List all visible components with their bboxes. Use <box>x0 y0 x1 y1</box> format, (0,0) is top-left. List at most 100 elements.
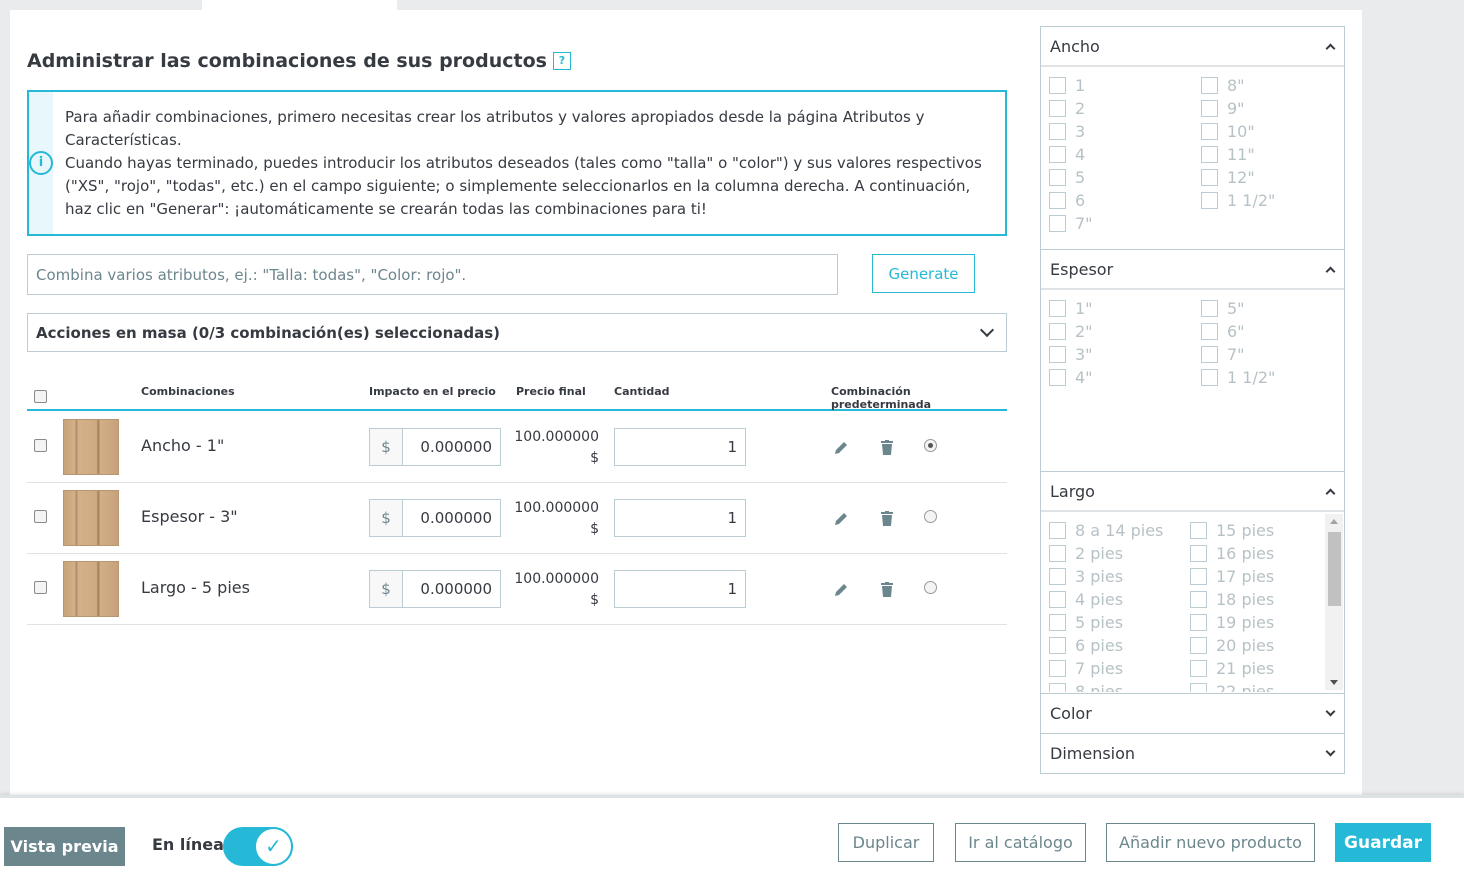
attribute-option[interactable]: 2" <box>1049 322 1093 341</box>
option-checkbox[interactable] <box>1190 568 1207 585</box>
option-checkbox[interactable] <box>1201 369 1218 386</box>
online-toggle[interactable]: ✓ <box>223 827 293 866</box>
option-checkbox[interactable] <box>1049 323 1066 340</box>
attribute-option[interactable]: 17 pies <box>1190 567 1274 586</box>
attribute-option[interactable]: 5 pies <box>1049 613 1123 632</box>
quantity-input[interactable]: 1 <box>614 428 746 466</box>
select-all-checkbox[interactable] <box>34 390 47 403</box>
option-checkbox[interactable] <box>1049 346 1066 363</box>
help-icon[interactable]: ? <box>552 52 571 70</box>
trash-icon[interactable] <box>881 511 893 526</box>
bulk-actions-dropdown[interactable]: Acciones en masa (0/3 combinación(es) se… <box>27 313 1007 352</box>
option-checkbox[interactable] <box>1201 323 1218 340</box>
attribute-option[interactable]: 19 pies <box>1190 613 1274 632</box>
attribute-option[interactable]: 10" <box>1201 122 1255 141</box>
attribute-option[interactable]: 5" <box>1201 299 1245 318</box>
option-checkbox[interactable] <box>1190 683 1207 692</box>
option-checkbox[interactable] <box>1201 100 1218 117</box>
option-checkbox[interactable] <box>1190 614 1207 631</box>
row-checkbox[interactable] <box>34 439 47 452</box>
option-checkbox[interactable] <box>1201 346 1218 363</box>
option-checkbox[interactable] <box>1049 660 1066 677</box>
option-checkbox[interactable] <box>1049 300 1066 317</box>
option-checkbox[interactable] <box>1190 660 1207 677</box>
attribute-option[interactable]: 11" <box>1201 145 1255 164</box>
attribute-option[interactable]: 4 pies <box>1049 590 1123 609</box>
trash-icon[interactable] <box>881 440 893 455</box>
option-checkbox[interactable] <box>1049 683 1066 692</box>
option-checkbox[interactable] <box>1049 369 1066 386</box>
attribute-option[interactable]: 16 pies <box>1190 544 1274 563</box>
row-checkbox[interactable] <box>34 581 47 594</box>
quantity-input[interactable]: 1 <box>614 499 746 537</box>
attribute-option[interactable]: 8 a 14 pies <box>1049 521 1163 540</box>
option-checkbox[interactable] <box>1201 123 1218 140</box>
option-checkbox[interactable] <box>1049 77 1066 94</box>
generate-button[interactable]: Generate <box>872 254 975 293</box>
price-impact-input[interactable]: $ 0.000000 <box>369 428 501 466</box>
option-checkbox[interactable] <box>1190 545 1207 562</box>
option-checkbox[interactable] <box>1201 146 1218 163</box>
attribute-option[interactable]: 3 pies <box>1049 567 1123 586</box>
option-checkbox[interactable] <box>1049 123 1066 140</box>
attribute-option[interactable]: 22 pies <box>1190 682 1274 692</box>
default-radio[interactable] <box>924 510 937 523</box>
option-checkbox[interactable] <box>1190 522 1207 539</box>
attribute-group-header[interactable]: Color <box>1041 694 1344 733</box>
attribute-option[interactable]: 1" <box>1049 299 1093 318</box>
option-checkbox[interactable] <box>1049 522 1066 539</box>
price-impact-input[interactable]: $ 0.000000 <box>369 570 501 608</box>
option-checkbox[interactable] <box>1049 100 1066 117</box>
pencil-icon[interactable] <box>833 440 849 456</box>
attribute-option[interactable]: 1 <box>1049 76 1085 95</box>
trash-icon[interactable] <box>881 582 893 597</box>
option-checkbox[interactable] <box>1201 77 1218 94</box>
price-impact-value[interactable]: 0.000000 <box>403 500 500 536</box>
attribute-group-header[interactable]: Largo <box>1041 472 1344 512</box>
attribute-option[interactable]: 4 <box>1049 145 1085 164</box>
attribute-option[interactable]: 15 pies <box>1190 521 1274 540</box>
attribute-option[interactable]: 8" <box>1201 76 1245 95</box>
attribute-option[interactable]: 8 pies <box>1049 682 1123 692</box>
option-checkbox[interactable] <box>1049 146 1066 163</box>
row-checkbox[interactable] <box>34 510 47 523</box>
attribute-option[interactable]: 3 <box>1049 122 1085 141</box>
option-checkbox[interactable] <box>1049 545 1066 562</box>
attribute-option[interactable]: 2 pies <box>1049 544 1123 563</box>
attribute-group-header[interactable]: Dimension <box>1041 734 1344 773</box>
attribute-option[interactable]: 5 <box>1049 168 1085 187</box>
combination-input[interactable] <box>27 254 838 295</box>
attribute-option[interactable]: 18 pies <box>1190 590 1274 609</box>
pencil-icon[interactable] <box>833 582 849 598</box>
attribute-option[interactable]: 7 pies <box>1049 659 1123 678</box>
duplicate-button[interactable]: Duplicar <box>838 823 934 862</box>
attribute-option[interactable]: 1 1/2" <box>1201 191 1275 210</box>
scroll-thumb[interactable] <box>1328 532 1341 606</box>
attribute-option[interactable]: 3" <box>1049 345 1093 364</box>
option-checkbox[interactable] <box>1190 637 1207 654</box>
attribute-group-header[interactable]: Ancho <box>1041 27 1344 67</box>
attribute-option[interactable]: 2 <box>1049 99 1085 118</box>
active-tab[interactable] <box>202 0 397 10</box>
option-checkbox[interactable] <box>1049 215 1066 232</box>
option-checkbox[interactable] <box>1201 192 1218 209</box>
option-checkbox[interactable] <box>1201 300 1218 317</box>
attribute-option[interactable]: 9" <box>1201 99 1245 118</box>
attribute-option[interactable]: 7" <box>1049 214 1093 233</box>
new-product-button[interactable]: Añadir nuevo producto <box>1106 823 1315 862</box>
largo-scrollbar[interactable] <box>1325 514 1343 690</box>
save-button[interactable]: Guardar <box>1335 823 1431 862</box>
option-checkbox[interactable] <box>1190 591 1207 608</box>
option-checkbox[interactable] <box>1049 614 1066 631</box>
attribute-option[interactable]: 21 pies <box>1190 659 1274 678</box>
attribute-option[interactable]: 4" <box>1049 368 1093 387</box>
attribute-option[interactable]: 12" <box>1201 168 1255 187</box>
price-impact-value[interactable]: 0.000000 <box>403 429 500 465</box>
option-checkbox[interactable] <box>1049 591 1066 608</box>
scroll-down-icon[interactable] <box>1330 680 1338 685</box>
price-impact-input[interactable]: $ 0.000000 <box>369 499 501 537</box>
option-checkbox[interactable] <box>1049 568 1066 585</box>
default-radio[interactable] <box>924 581 937 594</box>
attribute-option[interactable]: 1 1/2" <box>1201 368 1275 387</box>
price-impact-value[interactable]: 0.000000 <box>403 571 500 607</box>
